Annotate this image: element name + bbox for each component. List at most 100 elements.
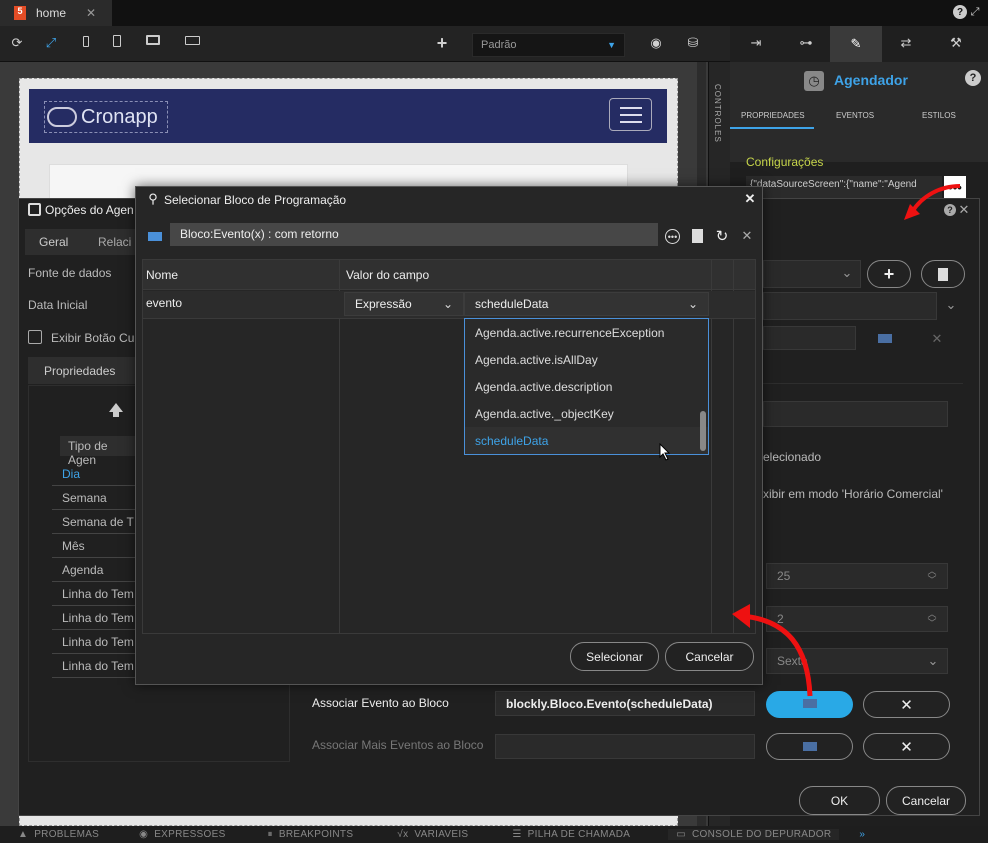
phone-icon[interactable] bbox=[83, 36, 89, 47]
caret-down-icon: ▼ bbox=[607, 40, 616, 50]
block-icon[interactable] bbox=[878, 334, 892, 343]
tab-propriedades[interactable]: PROPRIEDADES bbox=[741, 111, 805, 120]
type-item[interactable]: Agenda bbox=[52, 558, 136, 582]
callstack-tab[interactable]: ☰ PILHA DE CHAMADA bbox=[512, 829, 630, 840]
tab-eventos[interactable]: EVENTOS bbox=[836, 111, 874, 120]
assoc-label: Associar Evento ao Bloco bbox=[312, 696, 449, 710]
checkbox-label: Exibir Botão Cu bbox=[51, 331, 135, 345]
clear-assoc-more-button[interactable]: ✕ bbox=[863, 733, 950, 760]
tab-estilos[interactable]: ESTILOS bbox=[922, 111, 956, 120]
tree-icon[interactable]: ⊶ bbox=[796, 34, 816, 52]
bottom-label: PROBLEMAS bbox=[34, 829, 100, 840]
button-field[interactable] bbox=[763, 326, 856, 350]
signin-icon[interactable]: ⇥ bbox=[746, 34, 766, 52]
type-item[interactable]: Semana de T bbox=[52, 510, 136, 534]
assoc-more-block-button[interactable] bbox=[766, 733, 853, 760]
tab-bar: 5 home ✕ ? ⤢ bbox=[0, 0, 988, 26]
bottom-label: CONSOLE DO DEPURADOR bbox=[692, 829, 832, 840]
pencil-icon[interactable]: ✎ bbox=[830, 26, 882, 62]
date-field[interactable] bbox=[763, 292, 937, 320]
label-selecionado: elecionado bbox=[763, 450, 822, 464]
type-item[interactable]: Linha do Tem bbox=[52, 582, 136, 606]
label-fonte-dados: Fonte de dados bbox=[28, 266, 112, 280]
value-select[interactable]: scheduleData ⌄ bbox=[464, 292, 709, 316]
number-field-1[interactable]: 25 bbox=[766, 563, 948, 589]
type-item[interactable]: Semana bbox=[52, 486, 136, 510]
refresh-icon[interactable]: ↻ bbox=[713, 227, 731, 245]
add-datasource-button[interactable]: + bbox=[867, 260, 911, 288]
chevron-down-icon: ⌄ bbox=[841, 265, 853, 280]
assoc-field[interactable]: blockly.Bloco.Evento(scheduleData) bbox=[495, 691, 755, 716]
clear-assoc-button[interactable]: ✕ bbox=[863, 691, 950, 718]
close-icon[interactable]: ✕ bbox=[926, 330, 948, 348]
list-item[interactable]: Agenda.active.isAllDay bbox=[465, 346, 708, 373]
checkbox-exibir-botao[interactable] bbox=[28, 330, 42, 344]
clock-icon: ◷ bbox=[804, 71, 824, 91]
toolbar: ⟳ ⤢ + Padrão ▼ ◉ ⛁ bbox=[0, 26, 730, 62]
options-title: Opções do Agen bbox=[45, 203, 134, 217]
list-item[interactable]: Agenda.active._objectKey bbox=[465, 400, 708, 427]
type-list: Dia Semana Semana de T Mês Agenda Linha … bbox=[52, 462, 136, 678]
tab-propriedades-inner[interactable]: Propriedades bbox=[28, 357, 135, 384]
tab-geral[interactable]: Geral bbox=[39, 235, 68, 249]
help-icon[interactable]: ? bbox=[953, 5, 967, 19]
type-item[interactable]: Mês bbox=[52, 534, 136, 558]
hamburger-button[interactable] bbox=[609, 98, 652, 131]
fit-icon[interactable]: ⤢ bbox=[42, 34, 60, 52]
preview-navbar: Cronapp bbox=[29, 89, 667, 143]
type-item[interactable]: Linha do Tem bbox=[52, 630, 136, 654]
select-button[interactable]: Selecionar bbox=[570, 642, 659, 671]
spinner-icon[interactable]: ︿ ﹀ bbox=[925, 565, 939, 587]
tab-active-underline bbox=[730, 127, 814, 129]
tab-home[interactable]: 5 home ✕ bbox=[0, 0, 112, 26]
phone-large-icon[interactable] bbox=[113, 35, 121, 47]
expand-icon[interactable]: ⤢ bbox=[968, 4, 982, 20]
chevron-right-icon[interactable]: » bbox=[859, 829, 865, 840]
breakpoints-tab[interactable]: ⏸ BREAKPOINTS bbox=[268, 829, 354, 840]
database-icon[interactable]: ⛁ bbox=[684, 34, 702, 52]
list-scrollbar-thumb[interactable] bbox=[700, 411, 706, 451]
problems-tab[interactable]: ▲ PROBLEMAS bbox=[18, 829, 99, 840]
variables-tab[interactable]: √x VARIAVEIS bbox=[397, 829, 468, 840]
eye-slash-icon[interactable]: ◉ bbox=[646, 34, 666, 52]
expressions-tab[interactable]: ◉ EXPRESSOES bbox=[139, 829, 225, 840]
more-circle-icon[interactable]: ••• bbox=[665, 229, 680, 244]
edit-datasource-button[interactable] bbox=[921, 260, 965, 288]
list-item-selected[interactable]: scheduleData bbox=[465, 427, 708, 454]
block-field[interactable]: Bloco:Evento(x) : com retorno bbox=[170, 223, 658, 246]
swap-icon[interactable]: ⇄ bbox=[896, 34, 916, 52]
type-item[interactable]: Dia bbox=[52, 462, 136, 486]
assoc-more-field[interactable] bbox=[495, 734, 755, 759]
tab-relacionamento[interactable]: Relaci bbox=[98, 235, 131, 249]
close-icon[interactable]: ✕ bbox=[86, 6, 96, 20]
debug-console-tab[interactable]: ▭ CONSOLE DO DEPURADOR bbox=[668, 829, 840, 840]
dialog-title: Selecionar Bloco de Programação bbox=[164, 193, 347, 207]
value-dropdown-list[interactable]: Agenda.active.recurrenceException Agenda… bbox=[464, 318, 709, 455]
close-icon[interactable]: ✕ bbox=[740, 228, 754, 244]
list-item[interactable]: Agenda.active.recurrenceException bbox=[465, 319, 708, 346]
type-header: Tipo de Agen bbox=[60, 436, 140, 467]
new-file-icon[interactable] bbox=[692, 229, 703, 243]
preview-logo[interactable]: Cronapp bbox=[44, 101, 168, 133]
list-item[interactable]: Agenda.active.description bbox=[465, 373, 708, 400]
tools-icon[interactable]: ⚒ bbox=[946, 34, 966, 52]
add-icon[interactable]: + bbox=[433, 33, 451, 53]
number-value-1: 25 bbox=[777, 569, 791, 583]
monitor-icon[interactable] bbox=[146, 35, 160, 45]
cancel-button[interactable]: Cancelar bbox=[886, 786, 966, 815]
screen-select[interactable]: Padrão ▼ bbox=[472, 33, 625, 57]
assoc-value: blockly.Bloco.Evento(scheduleData) bbox=[506, 697, 713, 711]
type-item[interactable]: Linha do Tem bbox=[52, 606, 136, 630]
refresh-icon[interactable]: ⟳ bbox=[8, 34, 26, 52]
text-field[interactable] bbox=[763, 401, 948, 427]
type-select[interactable]: Expressão ⌄ bbox=[344, 292, 464, 316]
help-circle-icon[interactable]: ? bbox=[965, 70, 981, 86]
select-label: Selecionar bbox=[586, 649, 643, 664]
type-item[interactable]: Linha do Tem bbox=[52, 654, 136, 678]
chevron-down-icon: ⌄ bbox=[945, 297, 957, 312]
close-icon[interactable]: ✕ bbox=[743, 191, 757, 206]
ok-button[interactable]: OK bbox=[799, 786, 880, 815]
laptop-icon[interactable] bbox=[185, 36, 200, 45]
type-select-value: Expressão bbox=[355, 297, 412, 311]
spinner-icon[interactable]: ︿ ﹀ bbox=[925, 608, 939, 630]
